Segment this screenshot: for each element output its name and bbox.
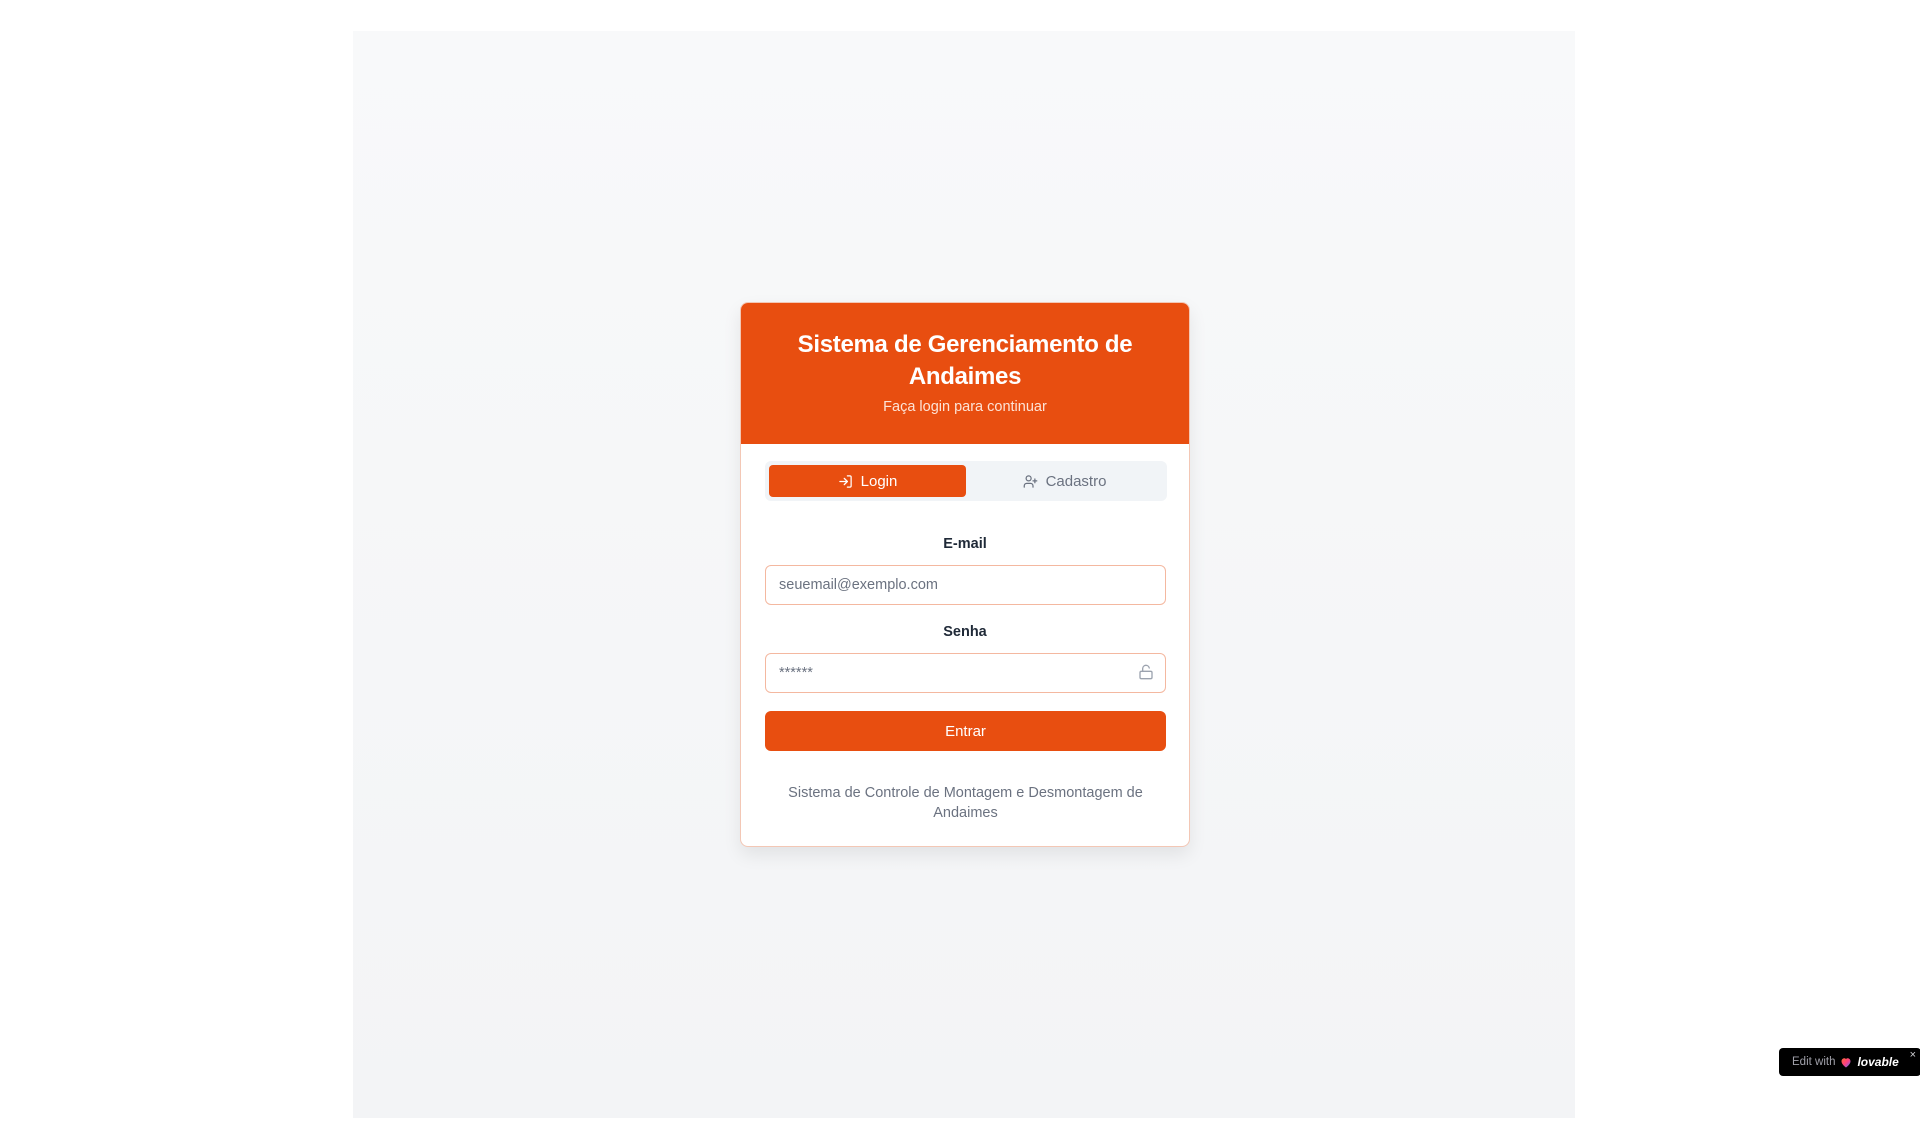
lock-icon xyxy=(1139,664,1153,680)
badge-brand: lovable xyxy=(1857,1055,1899,1069)
password-label: Senha xyxy=(943,624,987,640)
email-placeholder: seuemail@exemplo.com xyxy=(779,577,938,593)
submit-button[interactable]: Entrar xyxy=(765,711,1166,751)
close-icon[interactable]: × xyxy=(1910,1050,1916,1061)
password-placeholder: ****** xyxy=(779,665,813,681)
email-field[interactable]: seuemail@exemplo.com xyxy=(765,565,1166,605)
login-card: Sistema de Gerenciamento de Andaimes Faç… xyxy=(740,302,1190,847)
tab-cadastro[interactable]: Cadastro xyxy=(966,465,1163,497)
heart-icon xyxy=(1841,1057,1851,1067)
tab-cadastro-label: Cadastro xyxy=(1045,472,1107,490)
card-header: Sistema de Gerenciamento de Andaimes Faç… xyxy=(741,303,1189,444)
footer-text: Sistema de Controle de Montagem e Desmon… xyxy=(788,785,1143,821)
email-label: E-mail xyxy=(943,536,987,552)
log-in-icon xyxy=(838,474,852,488)
page-title: Sistema de Gerenciamento de Andaimes xyxy=(797,331,1133,390)
auth-tabs: Login Cadastro xyxy=(765,461,1167,501)
password-field[interactable]: ****** xyxy=(765,653,1166,693)
user-plus-icon xyxy=(1023,474,1037,488)
badge-prefix: Edit with xyxy=(1792,1056,1836,1068)
edit-with-lovable-badge[interactable]: Edit with lovable × xyxy=(1779,1048,1920,1076)
page-subtitle: Faça login para continuar xyxy=(883,399,1047,415)
tab-login-label: Login xyxy=(860,472,898,490)
tab-login[interactable]: Login xyxy=(769,465,966,497)
